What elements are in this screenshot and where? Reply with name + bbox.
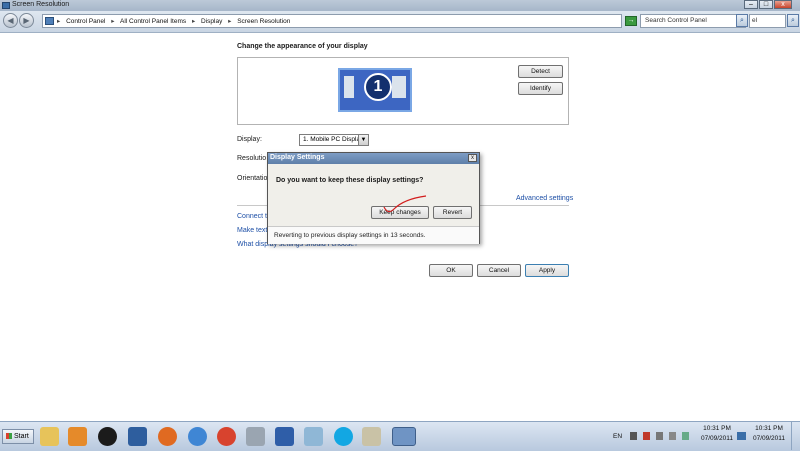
breadcrumb-display[interactable]: Display [201, 18, 222, 25]
ok-button[interactable]: OK [429, 264, 473, 277]
minimize-button[interactable]: – [744, 0, 758, 9]
display-settings-dialog: Display Settings x Do you want to keep t… [267, 152, 480, 244]
media-player-icon[interactable] [68, 427, 87, 446]
connect-projector-link[interactable]: Connect to [237, 213, 271, 220]
red-annotation-mark [383, 195, 427, 213]
breadcrumb-separator: ▸ [111, 18, 115, 25]
monitor-window-left [344, 76, 354, 98]
maximize-button[interactable]: □ [759, 0, 773, 9]
breadcrumb: ▸ Control Panel ▸ All Control Panel Item… [57, 17, 294, 25]
clock-time[interactable]: 10:31 PM [700, 425, 734, 432]
apply-button[interactable]: Apply [525, 264, 569, 277]
volume-icon[interactable] [668, 432, 676, 440]
chrome-icon[interactable] [217, 427, 236, 446]
secondary-search-icon[interactable]: ⌕ [787, 14, 799, 27]
breadcrumb-separator: ▸ [228, 18, 232, 25]
identify-button[interactable]: Identify [518, 82, 563, 95]
taskbar: Start EN 10:31 PM 07/09/2011 10:31 PM 07… [0, 421, 800, 451]
search-placeholder: Search Control Panel [645, 17, 707, 24]
resolution-label: Resolutio [237, 155, 267, 162]
monitor-window-right [392, 76, 406, 98]
navigation-bar: ◀ ▶ ▸ Control Panel ▸ All Control Panel … [0, 11, 800, 33]
chevron-up-icon[interactable] [630, 432, 637, 440]
dialog-status-bar: Reverting to previous display settings i… [268, 226, 479, 244]
scissors-icon[interactable] [246, 427, 265, 446]
monitor-thumbnail[interactable]: 1 [338, 68, 412, 112]
window-title-bar: Screen Resolution – □ x [0, 0, 800, 11]
search-icon[interactable]: ⌕ [736, 14, 748, 27]
orientation-label: Orientatio [237, 175, 268, 182]
breadcrumb-separator: ▸ [57, 18, 61, 25]
check-icon[interactable] [128, 427, 147, 446]
internet-explorer-icon[interactable] [188, 427, 207, 446]
detect-button[interactable]: Detect [518, 65, 563, 78]
advanced-settings-link[interactable]: Advanced settings [516, 195, 573, 202]
control-panel-icon [45, 17, 54, 25]
secondary-search-value: el [752, 17, 758, 24]
display-select[interactable]: 1. Mobile PC Display ▼ [299, 134, 369, 146]
chevron-down-icon: ▼ [358, 135, 368, 145]
search-input[interactable]: Search Control Panel [640, 14, 746, 28]
skype-icon[interactable] [334, 427, 353, 446]
dialog-close-button[interactable]: x [468, 154, 477, 162]
hp-icon[interactable] [98, 427, 117, 446]
breadcrumb-control-panel[interactable]: Control Panel [66, 18, 105, 25]
breadcrumb-screen-resolution[interactable]: Screen Resolution [237, 18, 290, 25]
firefox-icon[interactable] [158, 427, 177, 446]
control-panel-icon [2, 2, 10, 9]
notes-icon[interactable] [304, 427, 323, 446]
windows-logo-icon [6, 433, 12, 440]
dialog-question: Do you want to keep these display settin… [276, 177, 424, 184]
revert-button[interactable]: Revert [433, 206, 472, 219]
page-title: Change the appearance of your display [237, 43, 368, 50]
language-indicator[interactable]: EN [613, 433, 622, 440]
clock-date-secondary[interactable]: 07/09/2011 [752, 435, 786, 442]
network-icon[interactable] [655, 432, 663, 440]
display-settings-icon[interactable] [392, 427, 416, 446]
dialog-title: Display Settings [270, 154, 325, 161]
monitor-number: 1 [364, 73, 392, 101]
monitor-icon[interactable] [737, 432, 746, 440]
clock-date[interactable]: 07/09/2011 [700, 435, 734, 442]
address-bar[interactable]: ▸ Control Panel ▸ All Control Panel Item… [42, 14, 622, 28]
revert-countdown-text: Reverting to previous display settings i… [274, 232, 426, 239]
display-select-value: 1. Mobile PC Display [303, 136, 364, 143]
forward-button[interactable]: ▶ [19, 13, 34, 28]
start-label: Start [14, 433, 29, 440]
window-title: Screen Resolution [12, 1, 70, 8]
word-icon[interactable] [275, 427, 294, 446]
clock-time-secondary[interactable]: 10:31 PM [752, 425, 786, 432]
security-icon[interactable] [642, 432, 650, 440]
go-icon[interactable]: → [625, 16, 637, 26]
display-preview: 1 Detect Identify [237, 57, 569, 125]
show-desktop-button[interactable] [791, 422, 800, 450]
battery-icon[interactable] [681, 432, 689, 440]
back-button[interactable]: ◀ [3, 13, 18, 28]
cancel-button[interactable]: Cancel [477, 264, 521, 277]
secondary-search-input[interactable]: el [749, 14, 786, 28]
dialog-title-bar: Display Settings x [268, 153, 479, 164]
breadcrumb-separator: ▸ [191, 18, 196, 25]
display-label: Display: [237, 136, 262, 143]
close-button[interactable]: x [774, 0, 792, 9]
explorer-icon[interactable] [40, 427, 59, 446]
pen-icon[interactable] [362, 427, 381, 446]
start-button[interactable]: Start [2, 429, 34, 444]
breadcrumb-all-items[interactable]: All Control Panel Items [120, 18, 186, 25]
make-text-larger-link[interactable]: Make text [237, 227, 267, 234]
